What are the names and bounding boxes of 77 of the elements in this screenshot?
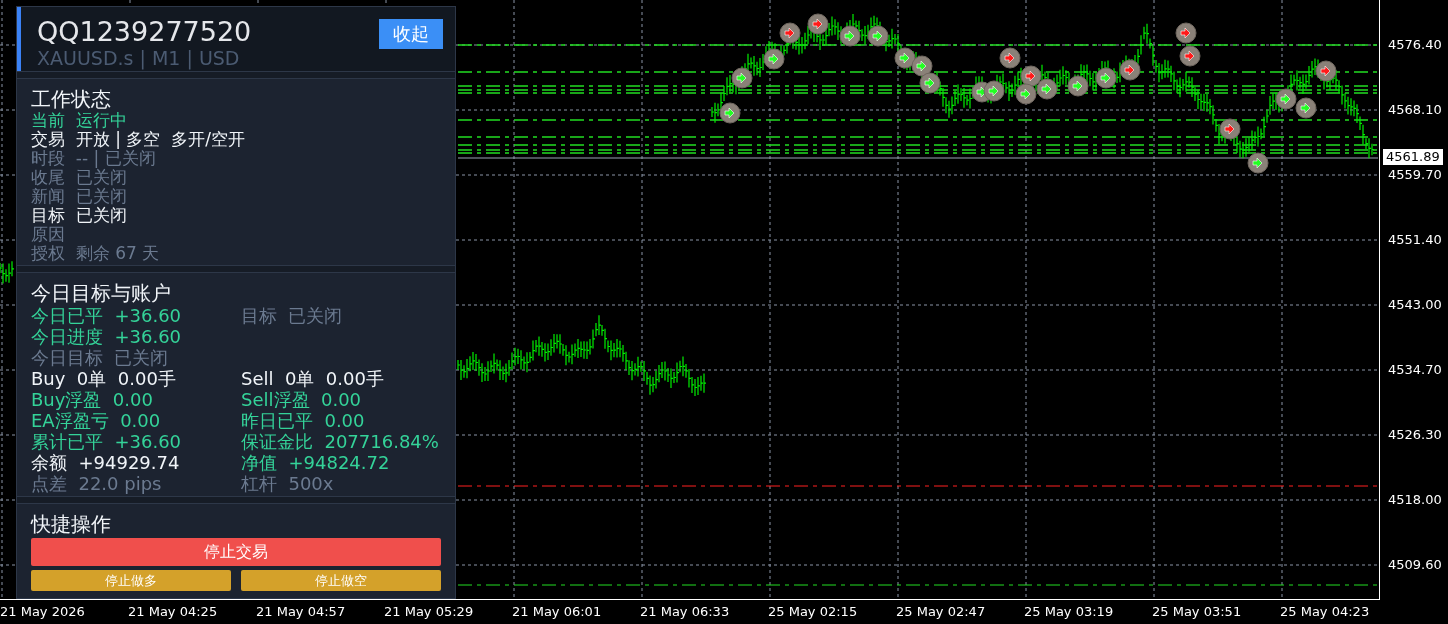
- trade-marker-icon: [1119, 59, 1141, 81]
- time-label: 25 May 04:23: [1280, 603, 1371, 621]
- action-button[interactable]: 停止做空: [241, 570, 441, 591]
- trade-marker-icon: [867, 25, 889, 47]
- symbol-subtitle: XAUUSD.s | M1 | USD: [37, 47, 241, 69]
- action-button[interactable]: 停止做多: [31, 570, 231, 591]
- price-label: 4551.40: [1387, 232, 1443, 248]
- trade-marker-icon: [839, 25, 861, 47]
- trade-marker-icon: [779, 22, 801, 44]
- trade-marker-icon: [763, 48, 785, 70]
- time-label: 21 May 05:29: [384, 603, 475, 621]
- trade-marker-icon: [999, 47, 1021, 69]
- stat-text: 昨日已平 0.00: [241, 410, 366, 431]
- trade-marker-icon: [1175, 22, 1197, 44]
- stat-text: Sell浮盈 0.00: [241, 389, 363, 410]
- status-text: 当前 运行中: [31, 111, 128, 130]
- price-label: 4559.70: [1387, 167, 1443, 183]
- time-label: 21 May 04:25: [128, 603, 219, 621]
- status-text: 授权 剩余 67 天: [31, 244, 161, 263]
- time-label: 25 May 02:47: [896, 603, 987, 621]
- price-label: 4526.30: [1387, 427, 1443, 443]
- current-price-label: 4561.89: [1383, 149, 1443, 165]
- status-text: 收尾 已关闭: [31, 168, 128, 187]
- stat-text: 累计已平 +36.60: [31, 431, 183, 452]
- trade-marker-icon: [1219, 118, 1241, 140]
- price-label: 4543.00: [1387, 297, 1443, 313]
- trade-marker-icon: [719, 102, 741, 124]
- trade-marker-icon: [1295, 97, 1317, 119]
- time-label: 21 May 06:33: [640, 603, 731, 621]
- time-label: 25 May 03:19: [1024, 603, 1115, 621]
- trade-marker-icon: [807, 13, 829, 35]
- trade-marker-icon: [919, 72, 941, 94]
- stat-text: 净值 +94824.72: [241, 452, 391, 473]
- section-heading: 快捷操作: [31, 512, 112, 536]
- stat-text: Buy浮盈 0.00: [31, 389, 154, 410]
- stat-text: 点差 22.0 pips: [31, 473, 163, 494]
- trade-marker-icon: [1247, 152, 1269, 174]
- stat-text: 保证金比 207716.84%: [241, 431, 440, 452]
- price-label: 4509.60: [1387, 557, 1443, 573]
- stat-text: 今日目标 已关闭: [31, 347, 170, 368]
- trade-marker-icon: [1067, 75, 1089, 97]
- time-label: 25 May 02:15: [768, 603, 859, 621]
- stat-text: 杠杆 500x: [241, 473, 335, 494]
- trade-marker-icon: [731, 67, 753, 89]
- stat-text: 今日进度 +36.60: [31, 326, 183, 347]
- status-text: 时段 -- | 已关闭: [31, 149, 157, 168]
- trade-marker-icon: [1275, 88, 1297, 110]
- section-heading: 工作状态: [31, 87, 112, 111]
- trade-marker-icon: [1179, 45, 1201, 67]
- trade-marker-icon: [1095, 67, 1117, 89]
- status-text: 新闻 已关闭: [31, 187, 128, 206]
- stat-text: Buy 0单 0.00手: [31, 368, 177, 389]
- time-label: 21 May 04:57: [256, 603, 347, 621]
- time-label: 21 May 2026: [0, 603, 86, 621]
- stat-text: Sell 0单 0.00手: [241, 368, 385, 389]
- price-label: 4568.10: [1387, 102, 1443, 118]
- section-heading: 今日目标与账户: [31, 281, 172, 305]
- stat-text: EA浮盈亏 0.00: [31, 410, 162, 431]
- stat-text: 今日已平 +36.60: [31, 305, 183, 326]
- status-text: 交易 开放 | 多空 多开/空开: [31, 130, 246, 149]
- trade-marker-icon: [1015, 83, 1037, 105]
- time-label: 25 May 03:51: [1152, 603, 1243, 621]
- stat-text: 余额 +94929.74: [31, 452, 181, 473]
- time-label: 21 May 06:01: [512, 603, 603, 621]
- trade-marker-icon: [983, 80, 1005, 102]
- stat-text: 目标 已关闭: [241, 305, 344, 326]
- status-text: 目标 已关闭: [31, 206, 128, 225]
- price-label: 4576.40: [1387, 37, 1443, 53]
- trade-marker-icon: [1315, 60, 1337, 82]
- price-label: 4518.00: [1387, 492, 1443, 508]
- collapse-button[interactable]: 收起: [379, 19, 443, 49]
- price-bars-drawing: [0, 260, 15, 285]
- action-button[interactable]: 停止交易: [31, 538, 441, 566]
- price-label: 4534.70: [1387, 362, 1443, 378]
- trade-marker-icon: [1036, 78, 1058, 100]
- panel-title: QQ1239277520: [37, 17, 252, 47]
- status-text: 原因: [31, 225, 66, 244]
